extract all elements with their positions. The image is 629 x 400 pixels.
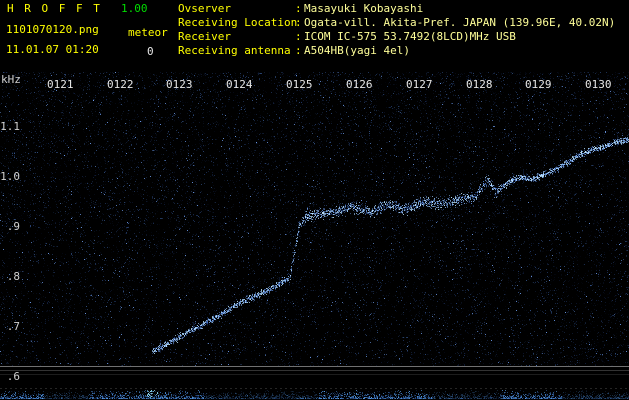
time-tick-label: 0129 xyxy=(525,78,552,91)
separator: : xyxy=(295,44,302,57)
receiver-label: Receiver xyxy=(178,30,231,43)
hrofft-screen: H R O F F T 1.00 1101070120.png meteor 1… xyxy=(0,0,629,400)
meteor-count: 0 xyxy=(147,45,154,58)
freq-axis-unit: kHz xyxy=(1,73,21,86)
app-version: 1.00 xyxy=(121,2,148,15)
freq-tick-label: .7 xyxy=(6,320,20,333)
time-tick-label: 0126 xyxy=(346,78,373,91)
freq-tick-label: 1.1 xyxy=(0,120,20,133)
separator: : xyxy=(295,16,302,29)
output-filename: 1101070120.png xyxy=(6,23,99,36)
freq-tick-label: .9 xyxy=(6,220,20,233)
info-row-location: Receiving Location : Ogata-vill. Akita-P… xyxy=(178,17,615,31)
spectrogram-canvas xyxy=(0,72,629,400)
separator: : xyxy=(295,2,302,15)
meteor-counter-label: meteor xyxy=(128,26,168,39)
observer-label: Ovserver xyxy=(178,2,231,15)
separator: : xyxy=(295,30,302,43)
time-tick-label: 0127 xyxy=(406,78,433,91)
app-title: H R O F F T xyxy=(7,2,102,15)
time-tick-label: 0124 xyxy=(226,78,253,91)
time-tick-label: 0122 xyxy=(107,78,134,91)
freq-tick-label: .6 xyxy=(6,370,20,383)
time-tick-label: 0125 xyxy=(286,78,313,91)
info-row-observer: Ovserver : Masayuki Kobayashi xyxy=(178,3,615,17)
station-info: Ovserver : Masayuki Kobayashi Receiving … xyxy=(178,3,615,59)
time-tick-label: 0128 xyxy=(466,78,493,91)
time-tick-label: 0130 xyxy=(585,78,612,91)
receiver-value: ICOM IC-575 53.7492(8LCD)MHz USB xyxy=(304,30,516,43)
freq-tick-label: 1.0 xyxy=(0,170,20,183)
time-tick-label: 0123 xyxy=(166,78,193,91)
location-label: Receiving Location xyxy=(178,16,298,29)
freq-tick-label: .8 xyxy=(6,270,20,283)
antenna-label: Receiving antenna xyxy=(178,44,291,57)
timestamp: 11.01.07 01:20 xyxy=(6,43,99,56)
location-value: Ogata-vill. Akita-Pref. JAPAN (139.96E, … xyxy=(304,16,616,29)
antenna-value: A504HB(yagi 4el) xyxy=(304,44,410,57)
observer-value: Masayuki Kobayashi xyxy=(304,2,424,15)
time-tick-label: 0121 xyxy=(47,78,74,91)
info-row-antenna: Receiving antenna : A504HB(yagi 4el) xyxy=(178,45,615,59)
info-row-receiver: Receiver : ICOM IC-575 53.7492(8LCD)MHz … xyxy=(178,31,615,45)
